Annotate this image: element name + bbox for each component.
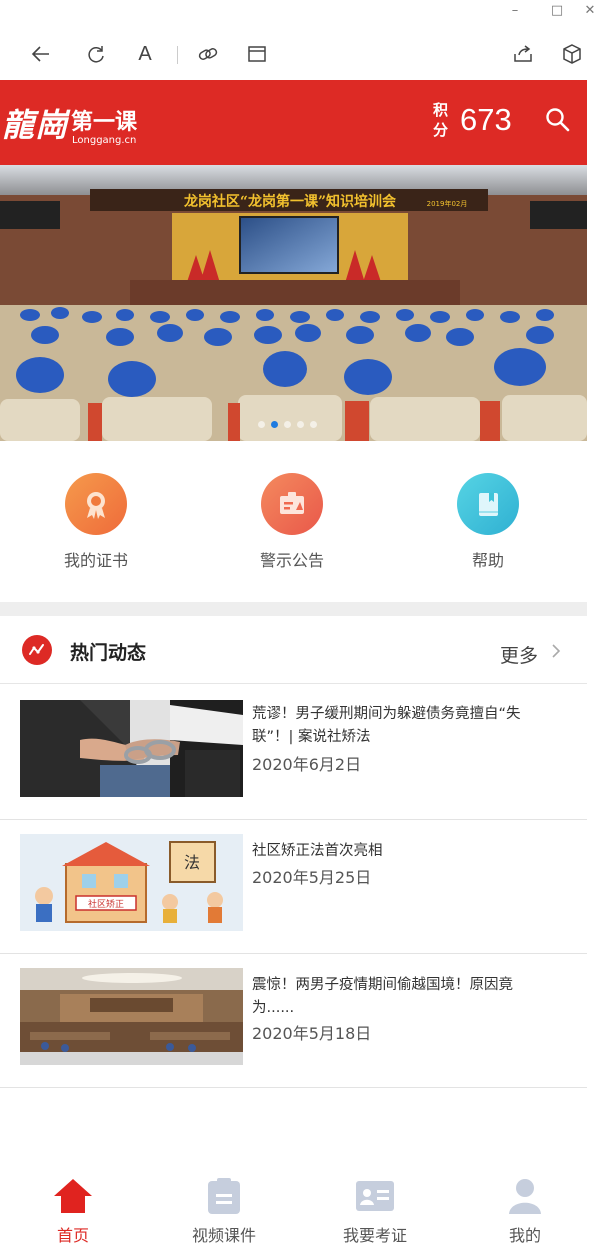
quick-item-certificate[interactable]: 我的证书: [36, 473, 156, 571]
banner-carousel[interactable]: 龙岗社区“龙岗第一课”知识培训会 2019年02月: [0, 165, 587, 441]
carousel-indicators: [258, 421, 317, 428]
back-icon[interactable]: [27, 40, 55, 68]
points-value: 673: [460, 102, 512, 137]
window-icon[interactable]: [243, 40, 271, 68]
logo-subtitle: Longgang.cn: [72, 135, 137, 146]
certificate-icon: [65, 473, 127, 535]
news-thumbnail: [20, 700, 243, 797]
hot-news-header: 热门动态 更多: [0, 616, 587, 684]
carousel-dot[interactable]: [284, 421, 291, 428]
news-title: 震惊！两男子疫情期间偷越国境！原因竟为......: [252, 977, 513, 1016]
cartoon-law-text: 法: [184, 853, 200, 872]
cartoon-sign-text: 社区矫正: [88, 898, 124, 910]
toolbar-divider: [177, 46, 178, 64]
banner-photo: 龙岗社区“龙岗第一课”知识培训会 2019年02月: [0, 165, 587, 441]
nav-profile[interactable]: 我的: [470, 1176, 580, 1246]
news-item[interactable]: 荒谬！男子缓刑期间为躲避债务竟擅自“失联”！| 案说社矫法 2020年6月2日: [0, 685, 587, 820]
home-icon: [53, 1176, 93, 1216]
chevron-right-icon[interactable]: [550, 641, 562, 666]
banner-sign-date: 2019年02月: [427, 199, 468, 208]
points-label: 积分: [433, 101, 449, 139]
carousel-dot[interactable]: [310, 421, 317, 428]
user-icon: [505, 1176, 545, 1216]
search-icon[interactable]: [544, 106, 572, 134]
bottom-nav: 首页 视频课件 我要考证 我的: [0, 1170, 600, 1248]
more-link[interactable]: 更多: [500, 641, 538, 668]
section-divider: [0, 602, 587, 616]
news-thumbnail: 社区矫正 法: [20, 834, 243, 931]
id-card-icon: [355, 1176, 395, 1216]
trend-icon: [22, 635, 52, 665]
quick-item-label: 帮助: [471, 551, 504, 570]
app-header: 龍崗 第一课 Longgang.cn 积分 673: [0, 80, 587, 165]
carousel-dot[interactable]: [297, 421, 304, 428]
news-title: 荒谬！男子缓刑期间为躲避债务竟擅自“失联”！| 案说社矫法: [252, 706, 521, 745]
refresh-icon[interactable]: [82, 40, 110, 68]
logo-name: 第一课: [71, 110, 138, 135]
nav-label: 视频课件: [191, 1226, 256, 1245]
quick-item-help[interactable]: 帮助: [428, 473, 548, 571]
window-titlebar: – □ ✕: [0, 0, 600, 24]
font-size-button[interactable]: A: [131, 40, 159, 68]
nav-home[interactable]: 首页: [18, 1176, 128, 1246]
banner-sign-text: 龙岗社区“龙岗第一课”知识培训会: [183, 193, 397, 210]
carousel-dot[interactable]: [258, 421, 265, 428]
quick-item-label: 我的证书: [63, 551, 128, 570]
news-item[interactable]: 社区矫正 法 社区矫正法首次亮相 2020年5月25日: [0, 820, 587, 954]
close-button[interactable]: ✕: [580, 2, 600, 20]
section-title: 热门动态: [70, 642, 147, 664]
nav-label: 我要考证: [342, 1226, 407, 1245]
maximize-button[interactable]: □: [547, 2, 567, 20]
notice-icon: [261, 473, 323, 535]
news-date: 2020年5月18日: [252, 1024, 372, 1043]
cube-icon[interactable]: [558, 40, 586, 68]
logo-script: 龍崗: [2, 106, 69, 144]
news-item[interactable]: 震惊！两男子疫情期间偷越国境！原因竟为...... 2020年5月18日: [0, 954, 587, 1088]
carousel-dot-active[interactable]: [271, 421, 278, 428]
quick-item-label: 警示公告: [259, 551, 324, 570]
nav-label: 首页: [56, 1226, 89, 1245]
nav-certification[interactable]: 我要考证: [320, 1176, 430, 1246]
news-title: 社区矫正法首次亮相: [252, 843, 383, 859]
quick-menu: 我的证书 警示公告 帮助: [0, 441, 587, 602]
link-icon[interactable]: [194, 40, 222, 68]
news-date: 2020年5月25日: [252, 868, 372, 887]
nav-video-course[interactable]: 视频课件: [169, 1176, 279, 1246]
help-book-icon: [457, 473, 519, 535]
news-thumbnail: [20, 968, 243, 1065]
video-course-icon: [204, 1176, 244, 1216]
quick-item-notice[interactable]: 警示公告: [232, 473, 352, 571]
news-date: 2020年6月2日: [252, 755, 362, 774]
nav-label: 我的: [508, 1226, 541, 1245]
minimize-button[interactable]: –: [505, 2, 525, 20]
share-icon[interactable]: [509, 40, 537, 68]
browser-toolbar: A: [0, 30, 600, 78]
